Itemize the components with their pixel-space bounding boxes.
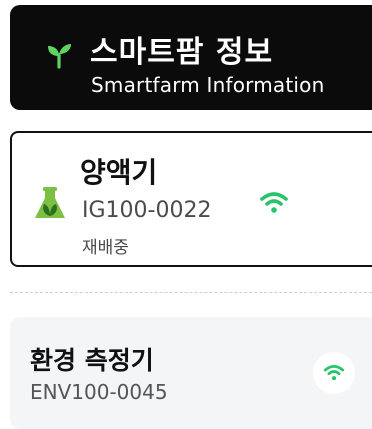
- device-card-nutrient-supplier[interactable]: 양액기 IG100-0022 재배중: [10, 131, 372, 267]
- section-divider: [10, 292, 372, 293]
- smartfarm-info-header: 스마트팜 정보 Smartfarm Information: [10, 5, 372, 110]
- device-name: 환경 측정기: [30, 346, 154, 375]
- wifi-status-button[interactable]: [313, 352, 355, 394]
- device-code: ENV100-0045: [30, 380, 168, 404]
- header-title: 스마트팜 정보: [90, 35, 274, 70]
- device-card-env-sensor[interactable]: 환경 측정기 ENV100-0045: [10, 317, 372, 429]
- wifi-icon: [323, 365, 345, 381]
- device-code: IG100-0022: [82, 198, 212, 223]
- wifi-icon: [260, 192, 288, 213]
- sprout-icon: [48, 44, 71, 69]
- flask-icon: [35, 187, 65, 218]
- device-name: 양액기: [80, 156, 158, 189]
- header-subtitle: Smartfarm Information: [91, 73, 325, 97]
- device-status: 재배중: [82, 238, 129, 258]
